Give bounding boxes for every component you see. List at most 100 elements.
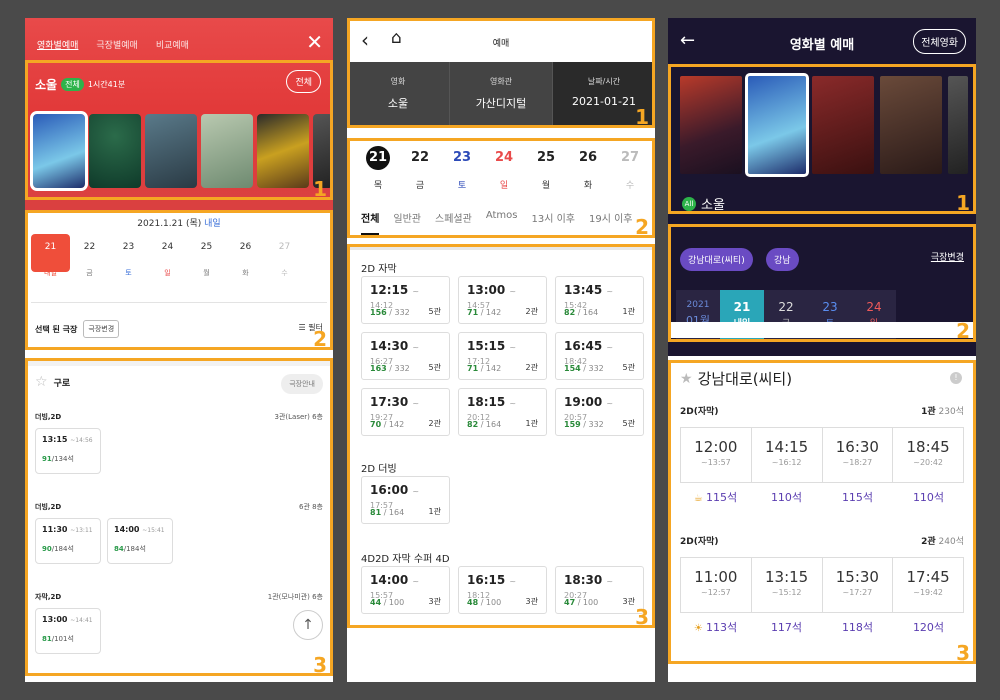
showtime-slot[interactable]: 19:00 ~ 20:57 159 / 332 5관	[555, 388, 644, 436]
theater-chip[interactable]: 강남	[766, 248, 799, 271]
filter-after-19[interactable]: 19시 이후	[589, 210, 633, 235]
showtime-slot[interactable]: 14:30 ~ 16:27 163 / 332 5관	[361, 332, 450, 380]
showtime-slot[interactable]: 16:15 ~ 18:12 48 / 100 3관	[458, 566, 547, 614]
info-icon[interactable]: !	[950, 372, 962, 384]
hall-label: 2관	[921, 537, 936, 547]
seat-count: ☕ 115석	[680, 489, 751, 505]
all-movies-button[interactable]: 전체영화	[913, 29, 966, 54]
hall-seats: 240석	[938, 537, 964, 547]
filter-general[interactable]: 일반관	[393, 210, 421, 235]
showtime-slot[interactable]: 13:00 ~14:41 81/101석	[35, 608, 101, 654]
showtime-slot[interactable]: 18:15 ~ 20:12 82 / 164 1관	[458, 388, 547, 436]
summary-datetime[interactable]: 날짜/시간 2021-01-21	[553, 62, 655, 126]
showtime-slot[interactable]: 16:00 ~ 17:57 81 / 164 1관	[361, 476, 450, 524]
tab-movie[interactable]: 영화별예매	[37, 38, 78, 51]
showtime-slot[interactable]: 18:45 ~20:42	[893, 428, 963, 482]
star-icon[interactable]: ☆	[35, 374, 48, 390]
theater-change-link[interactable]: 극장변경	[931, 250, 964, 263]
showtime-slot[interactable]: 13:15 ~15:12	[752, 558, 823, 612]
date-item[interactable]: 21내일	[31, 234, 70, 277]
showtime-slot[interactable]: 11:00 ~12:57	[681, 558, 752, 612]
poster-item[interactable]	[812, 76, 874, 174]
poster-item[interactable]	[680, 76, 742, 174]
showtime-slot[interactable]: 16:45 ~ 18:42 154 / 332 5관	[555, 332, 644, 380]
theater-row: ★ 강남대로(씨티)	[680, 368, 792, 389]
poster-item[interactable]	[89, 114, 141, 188]
filter-button[interactable]: ☰ 필터	[299, 322, 323, 333]
showtime-slot[interactable]: 17:45 ~19:42	[893, 558, 963, 612]
showtime-slot[interactable]: 15:15 ~ 17:12 71 / 142 2관	[458, 332, 547, 380]
seat-count: 156 / 332	[370, 308, 410, 317]
date-item[interactable]: 22금	[399, 146, 441, 191]
theater-change-button[interactable]: 극장변경	[83, 320, 120, 338]
tab-theater[interactable]: 극장별예매	[96, 38, 137, 51]
showtime-slot[interactable]: 11:30 ~13:11 90/184석	[35, 518, 101, 564]
filter-atmos[interactable]: Atmos	[486, 210, 518, 235]
hall-label: 1관	[622, 307, 635, 316]
date-selector: 2021.1.21 (목) 내일 21 내일 22 금 23 토 24 일 25 월 26…	[25, 210, 333, 360]
booking-summary: 영화 소울 영화관 가산디지털 날짜/시간 2021-01-21	[347, 62, 655, 126]
date-item[interactable]: 24일	[483, 146, 525, 191]
showtime-slot[interactable]: 18:30 ~ 20:27 47 / 100 3관	[555, 566, 644, 614]
poster-soul[interactable]	[30, 111, 88, 191]
showtime-slot[interactable]: 12:00 ~13:57	[681, 428, 752, 482]
poster-item[interactable]	[257, 114, 309, 188]
seats-total: / 100	[577, 598, 599, 607]
start-time: 12:00	[694, 438, 738, 456]
poster-item[interactable]	[145, 114, 197, 188]
date-item[interactable]: 26 화	[567, 146, 609, 191]
theater-chip[interactable]: 강남대로(씨티)	[680, 248, 753, 271]
star-icon[interactable]: ★	[680, 371, 693, 387]
showtime-slot[interactable]: 17:30 ~ 19:27 70 / 142 2관	[361, 388, 450, 436]
showtime-slot[interactable]: 14:15 ~16:12	[752, 428, 823, 482]
showtime-slot[interactable]: 13:15 ~14:56 91/134석	[35, 428, 101, 474]
showtime-slot[interactable]: 15:30 ~17:27	[823, 558, 894, 612]
date-item[interactable]: 25 월	[187, 234, 226, 277]
summary-theater[interactable]: 영화관 가산디지털	[450, 62, 553, 126]
seats-total: / 100	[480, 598, 502, 607]
showtime-slot[interactable]: 12:15 ~ 14:12 156 / 332 5관	[361, 276, 450, 324]
date-item[interactable]: 21 목	[357, 146, 399, 191]
poster-soul[interactable]	[745, 73, 809, 177]
theater-name: 강남대로(씨티)	[697, 370, 793, 388]
seats-available: 163	[370, 364, 387, 373]
poster-item[interactable]	[313, 114, 333, 188]
date-item[interactable]: 23토	[109, 234, 148, 277]
date-item[interactable]: 24일	[148, 234, 187, 277]
seats-total: / 164	[577, 308, 599, 317]
showtime-group: 더빙,2D 3관(Laser) 6층 13:15 ~14:56 91/134석	[35, 412, 323, 474]
date-item[interactable]: 23토	[441, 146, 483, 191]
seats-total: / 142	[383, 420, 405, 429]
hall-label: 5관	[428, 363, 441, 372]
filter-after-13[interactable]: 13시 이후	[531, 210, 575, 235]
start-time: 13:00	[467, 283, 506, 297]
filter-special[interactable]: 스페셜관	[435, 210, 472, 235]
poster-item[interactable]	[201, 114, 253, 188]
seat-count: 47 / 100	[564, 598, 598, 607]
theater-guide-button[interactable]: 극장안내	[281, 374, 323, 394]
seat-count: 81 / 164	[370, 508, 404, 517]
poster-item[interactable]	[880, 76, 942, 174]
showtime-slot[interactable]: 14:00 ~15:41 84/184석	[107, 518, 173, 564]
start-time: 18:45	[906, 438, 950, 456]
date-item[interactable]: 22금	[70, 234, 109, 277]
seat-count: 70 / 142	[370, 420, 404, 429]
filter-all[interactable]: 전체	[361, 210, 380, 235]
seats-available: 82	[564, 308, 576, 317]
all-movies-button[interactable]: 전체	[286, 70, 321, 93]
poster-item[interactable]	[948, 76, 968, 174]
sun-icon: ☀	[693, 623, 707, 634]
tab-compare[interactable]: 비교예매	[156, 38, 189, 51]
summary-movie[interactable]: 영화 소울	[347, 62, 450, 126]
close-icon[interactable]: ✕	[306, 32, 323, 52]
showtime-slot[interactable]: 13:45 ~ 15:42 82 / 164 1관	[555, 276, 644, 324]
scroll-top-icon[interactable]: ↑	[293, 610, 323, 640]
date-item[interactable]: 26 화	[226, 234, 265, 277]
showtime-slot[interactable]: 16:30 ~18:27	[823, 428, 894, 482]
date-item[interactable]: 25 월	[525, 146, 567, 191]
start-time: 15:30	[835, 568, 879, 586]
showtime-slot[interactable]: 14:00 ~ 15:57 44 / 100 3관	[361, 566, 450, 614]
showtime-slot[interactable]: 13:00 ~ 14:57 71 / 142 2관	[458, 276, 547, 324]
group-header: 2D(자막) 1관 230석	[680, 404, 964, 417]
seats-available: 71	[467, 308, 479, 317]
